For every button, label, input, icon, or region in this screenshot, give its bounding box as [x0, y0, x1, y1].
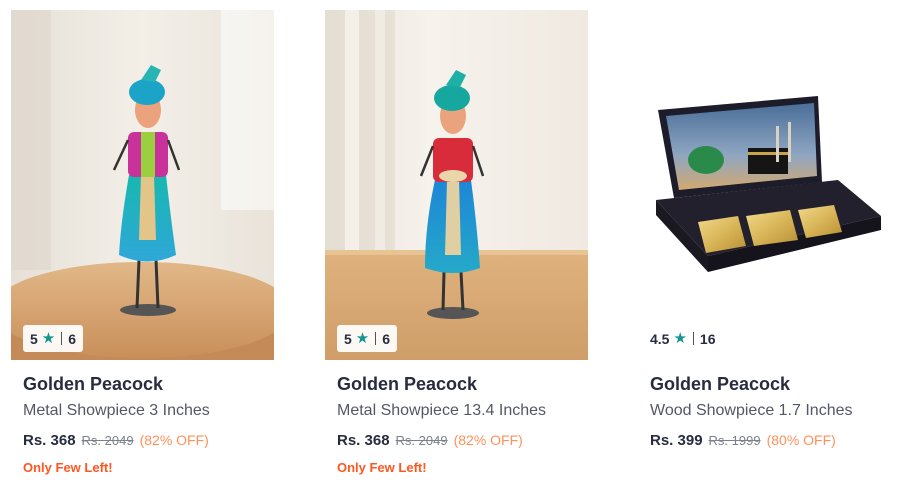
price-row: Rs. 368 Rs. 2049 (82% OFF) — [23, 432, 209, 449]
rating-value: 4.5 — [650, 330, 670, 347]
rating-count: 16 — [699, 330, 716, 347]
product-brand: Golden Peacock — [337, 374, 478, 394]
rating-badge: 4.5 ★ 16 — [644, 325, 722, 352]
original-price: Rs. 2049 — [81, 433, 134, 448]
discount-label: (82% OFF) — [453, 432, 523, 448]
product-brand: Golden Peacock — [650, 374, 791, 394]
rating-value: 5 — [30, 330, 38, 347]
star-icon: ★ — [355, 330, 370, 347]
product-image[interactable] — [11, 10, 274, 360]
product-name: Metal Showpiece 3 Inches — [23, 402, 210, 419]
discount-label: (80% OFF) — [766, 432, 836, 448]
star-icon: ★ — [41, 330, 56, 347]
selling-price: Rs. 399 — [650, 432, 703, 449]
product-card[interactable]: 5 ★ 6 Golden Peacock Metal Showpiece 13.… — [325, 10, 588, 480]
product-image[interactable] — [638, 10, 901, 360]
product-name: Wood Showpiece 1.7 Inches — [650, 402, 853, 419]
rating-count: 6 — [382, 330, 391, 347]
product-card[interactable]: 5 ★ 6 Golden Peacock Metal Showpiece 3 I… — [11, 10, 274, 480]
rating-count: 6 — [68, 330, 77, 347]
product-card[interactable]: 4.5 ★ 16 Golden Peacock Wood Showpiece 1… — [638, 10, 901, 480]
rating-separator — [375, 332, 377, 345]
price-row: Rs. 399 Rs. 1999 (80% OFF) — [650, 432, 836, 449]
rating-badge: 5 ★ 6 — [23, 325, 84, 352]
rating-value: 5 — [344, 330, 352, 347]
price-row: Rs. 368 Rs. 2049 (82% OFF) — [337, 432, 523, 449]
rating-separator — [61, 332, 63, 345]
stock-note: Only Few Left! — [23, 460, 113, 475]
rating-badge: 5 ★ 6 — [337, 325, 398, 352]
stock-note: Only Few Left! — [337, 460, 427, 475]
product-image[interactable] — [325, 10, 588, 360]
product-brand: Golden Peacock — [23, 374, 164, 394]
original-price: Rs. 1999 — [708, 433, 761, 448]
product-name: Metal Showpiece 13.4 Inches — [337, 402, 547, 419]
discount-label: (82% OFF) — [139, 432, 209, 448]
rating-separator — [692, 332, 694, 345]
selling-price: Rs. 368 — [337, 432, 390, 449]
star-icon: ★ — [673, 330, 687, 347]
selling-price: Rs. 368 — [23, 432, 76, 449]
original-price: Rs. 2049 — [395, 433, 448, 448]
